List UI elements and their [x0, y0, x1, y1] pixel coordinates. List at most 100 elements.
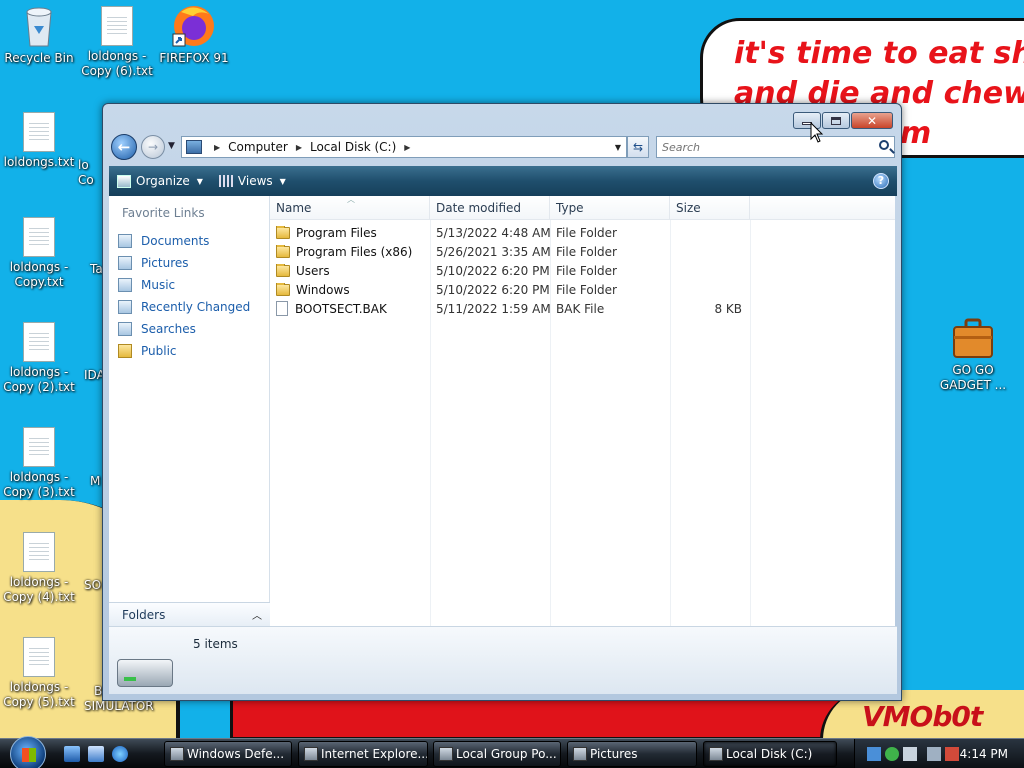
search-box[interactable]	[656, 136, 895, 158]
recent-pages-dropdown[interactable]: ▼	[168, 141, 175, 151]
folder-icon	[276, 225, 290, 239]
forward-button[interactable]: →	[141, 135, 165, 159]
folder-icon	[276, 282, 290, 296]
recycle-bin-icon	[26, 7, 52, 47]
favorite-link-pictures[interactable]: Pictures	[109, 252, 269, 274]
start-button[interactable]	[10, 736, 46, 768]
text-file-icon	[23, 322, 55, 362]
window-controls: ✕	[793, 112, 893, 129]
column-divider	[750, 220, 751, 626]
maximize-button[interactable]	[822, 112, 850, 129]
column-header-type[interactable]: Type	[550, 196, 670, 220]
maximize-icon	[831, 116, 841, 125]
breadcrumb-separator-icon[interactable]: ▶	[404, 143, 410, 152]
taskbar-button-pictures[interactable]: Pictures	[567, 741, 697, 767]
folders-toggle[interactable]: Folders ︿	[109, 602, 270, 626]
breadcrumb-separator-icon[interactable]: ▶	[296, 143, 302, 152]
computer-icon	[709, 747, 723, 761]
public-folder-icon	[118, 344, 132, 358]
text-file-icon	[23, 217, 55, 257]
taskbar-button-local-group-policy[interactable]: Local Group Po...	[433, 741, 561, 767]
taskbar: Windows Defe... Internet Explore... Loca…	[0, 736, 1024, 768]
music-icon	[118, 278, 132, 292]
close-button[interactable]: ✕	[851, 112, 893, 129]
wallpaper-cartoon-red-shape	[230, 698, 870, 738]
display-icon[interactable]	[927, 747, 941, 761]
breadcrumb-separator-icon[interactable]: ▶	[214, 143, 220, 152]
computer-icon	[186, 140, 202, 154]
file-row-users[interactable]: Users 5/10/2022 6:20 PM File Folder	[270, 261, 895, 280]
column-divider	[670, 220, 671, 626]
breadcrumb-local-disk[interactable]: Local Disk (C:)	[310, 140, 396, 154]
favorite-link-documents[interactable]: Documents	[109, 230, 269, 252]
breadcrumb-computer[interactable]: Computer	[228, 140, 288, 154]
address-bar[interactable]: ▶ Computer ▶ Local Disk (C:) ▶ ▼	[181, 136, 627, 158]
navigation-pane: Favorite Links Documents Pictures Music …	[109, 196, 270, 626]
sort-ascending-icon: ︿	[347, 195, 355, 204]
file-row-bootsect-bak[interactable]: BOOTSECT.BAK 5/11/2022 1:59 AM BAK File …	[270, 299, 895, 318]
column-header-date-modified[interactable]: Date modified	[430, 196, 550, 220]
file-row-windows[interactable]: Windows 5/10/2022 6:20 PM File Folder	[270, 280, 895, 299]
search-icon[interactable]	[879, 140, 889, 150]
favorite-link-public[interactable]: Public	[109, 340, 269, 362]
column-header-size[interactable]: Size	[670, 196, 750, 220]
briefcase-icon	[953, 318, 993, 358]
searches-icon	[118, 322, 132, 336]
help-icon[interactable]: ?	[873, 173, 889, 189]
back-button[interactable]: ←	[111, 134, 137, 160]
desktop-icon-loldongs-copy-2[interactable]: loldongs - Copy (2).txt	[0, 322, 78, 395]
windows-defender-icon	[170, 747, 184, 761]
favorite-link-searches[interactable]: Searches	[109, 318, 269, 340]
desktop-icon-loldongs-copy-6[interactable]: loldongs - Copy (6).txt	[78, 6, 156, 79]
defender-status-icon[interactable]	[885, 747, 899, 761]
views-label: Views	[237, 174, 273, 188]
file-row-program-files-x86[interactable]: Program Files (x86) 5/26/2021 3:35 AM Fi…	[270, 242, 895, 261]
desktop-icon-loldongs[interactable]: loldongs.txt	[0, 112, 78, 170]
desktop-icon-loldongs-copy-3[interactable]: loldongs - Copy (3).txt	[0, 427, 78, 500]
desktop-icon-go-go-gadget[interactable]: GO GO GADGET ...	[934, 316, 1012, 393]
security-center-icon[interactable]	[903, 747, 917, 761]
desktop-icon-loldongs-copy-4[interactable]: loldongs - Copy (4).txt	[0, 532, 78, 605]
favorite-link-recently-changed[interactable]: Recently Changed	[109, 296, 269, 318]
views-button[interactable]: Views ▼	[218, 174, 286, 188]
network-icon[interactable]	[867, 747, 881, 761]
back-arrow-icon: ←	[117, 138, 131, 156]
taskbar-button-windows-defender[interactable]: Windows Defe...	[164, 741, 292, 767]
volume-muted-icon[interactable]	[945, 747, 959, 761]
column-divider	[550, 220, 551, 626]
taskbar-button-local-disk[interactable]: Local Disk (C:)	[703, 741, 837, 767]
refresh-icon: ⇆	[632, 140, 644, 154]
desktop-icon-loldongs-copy[interactable]: loldongs - Copy.txt	[0, 217, 78, 290]
file-row-program-files[interactable]: Program Files 5/13/2022 4:48 AM File Fol…	[270, 223, 895, 242]
internet-explorer-icon[interactable]	[112, 746, 128, 762]
chevron-down-icon: ▼	[279, 176, 286, 186]
pictures-icon	[118, 256, 132, 270]
organize-button[interactable]: Organize ▼	[117, 174, 203, 188]
refresh-button[interactable]: ⇆	[627, 136, 649, 158]
folders-label: Folders	[122, 607, 166, 622]
clock[interactable]: 4:14 PM	[960, 747, 1008, 761]
desktop-icon-loldongs-copy-5[interactable]: loldongs - Copy (5).txt	[0, 637, 78, 710]
search-input[interactable]	[657, 137, 857, 157]
switch-windows-icon[interactable]	[88, 746, 104, 762]
item-count: 5 items	[193, 637, 238, 651]
column-headers: ︿ Name Date modified Type Size	[270, 195, 895, 220]
file-icon	[276, 301, 288, 316]
desktop-icon-recycle-bin[interactable]: Recycle Bin	[0, 4, 78, 66]
desktop-icon-firefox[interactable]: FIREFOX 91	[155, 2, 233, 66]
internet-explorer-icon	[304, 747, 318, 761]
show-desktop-icon[interactable]	[64, 746, 80, 762]
firefox-icon	[172, 6, 214, 47]
folder-icon	[276, 244, 290, 258]
explorer-window: ✕ ← → ▼ ▶ Computer ▶ Local Disk (C:) ▶ ▼…	[102, 103, 902, 701]
taskbar-button-internet-explorer[interactable]: Internet Explore...	[298, 741, 428, 767]
navigation-bar: ← → ▼ ▶ Computer ▶ Local Disk (C:) ▶ ▼ ⇆	[111, 134, 895, 160]
folder-icon	[573, 747, 587, 761]
folder-icon	[276, 263, 290, 277]
column-divider	[430, 220, 431, 626]
text-file-icon	[23, 637, 55, 677]
chevron-up-icon: ︿	[252, 611, 262, 622]
favorite-link-music[interactable]: Music	[109, 274, 269, 296]
favorite-links-title: Favorite Links	[122, 206, 205, 220]
address-dropdown-icon[interactable]: ▼	[615, 143, 621, 152]
